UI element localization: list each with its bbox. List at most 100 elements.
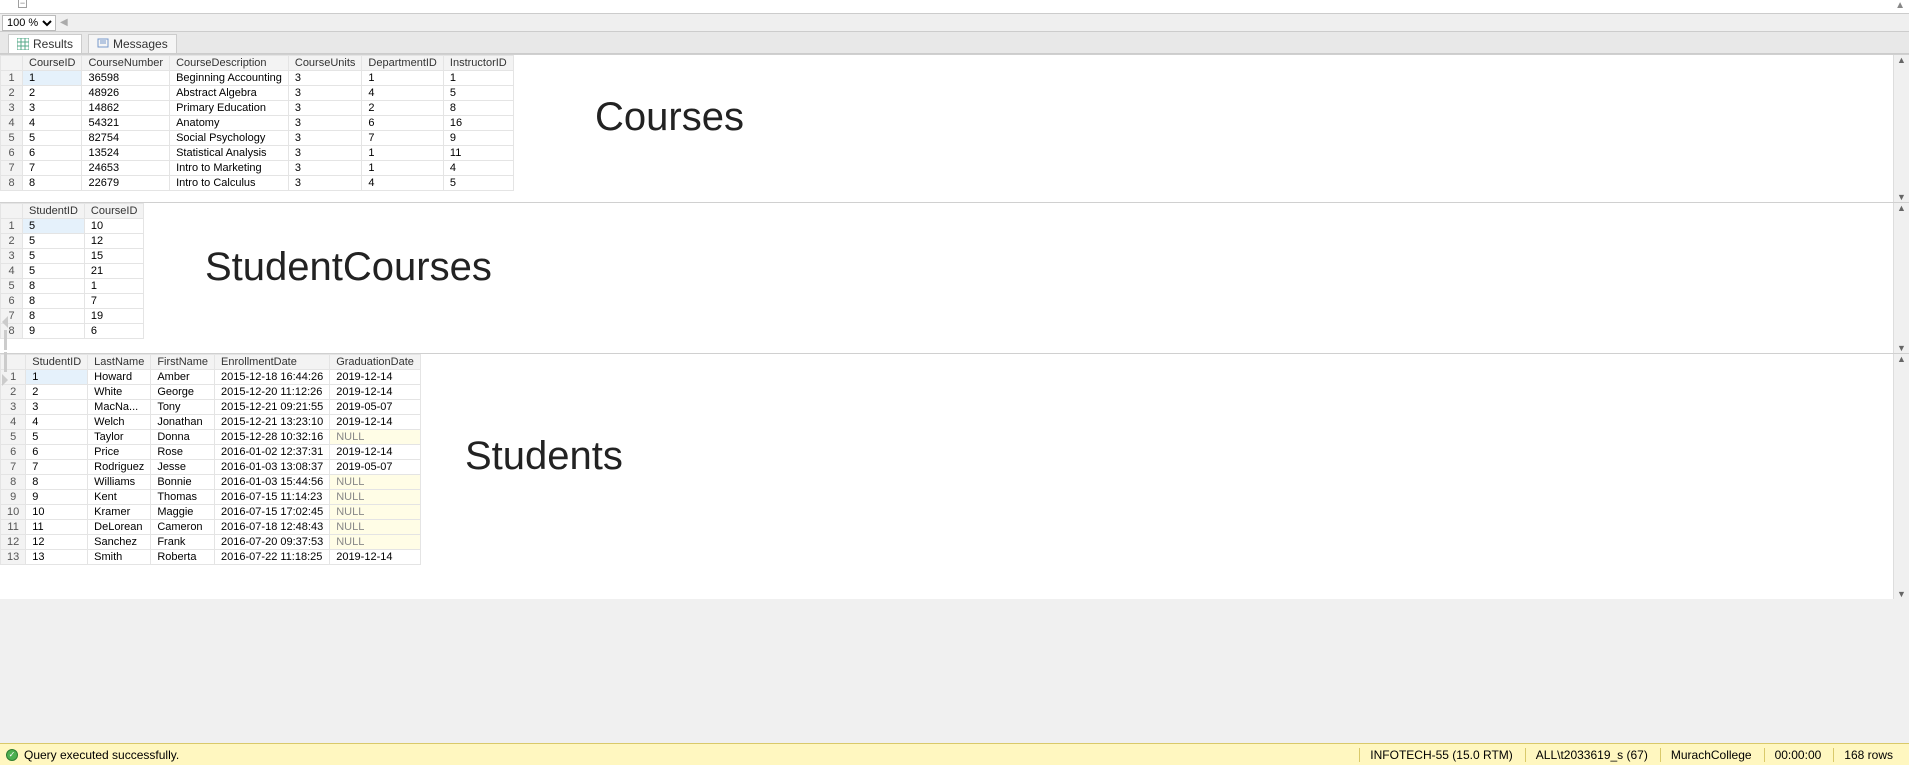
cell[interactable]: NULL	[330, 430, 421, 445]
cell[interactable]: 1	[443, 71, 513, 86]
grid-courses[interactable]: CourseIDCourseNumberCourseDescriptionCou…	[0, 55, 514, 191]
column-header[interactable]: InstructorID	[443, 56, 513, 71]
table-row[interactable]: 5582754Social Psychology379	[1, 131, 514, 146]
row-number[interactable]: 6	[1, 445, 26, 460]
cell[interactable]: 54321	[82, 116, 170, 131]
cell[interactable]: White	[88, 385, 151, 400]
cell[interactable]: 3	[288, 101, 362, 116]
row-number[interactable]: 6	[1, 146, 23, 161]
table-row[interactable]: 88WilliamsBonnie2016-01-03 15:44:56NULL	[1, 475, 421, 490]
cell[interactable]: 2019-05-07	[330, 460, 421, 475]
scrollbar[interactable]: ▲ ▼	[1893, 55, 1909, 202]
cell[interactable]: 8	[23, 294, 85, 309]
cell[interactable]: 2019-12-14	[330, 385, 421, 400]
cell[interactable]: 11	[443, 146, 513, 161]
table-row[interactable]: 77RodriguezJesse2016-01-03 13:08:372019-…	[1, 460, 421, 475]
row-number[interactable]: 4	[1, 116, 23, 131]
cell[interactable]: 3	[288, 161, 362, 176]
table-row[interactable]: 99KentThomas2016-07-15 11:14:23NULL	[1, 490, 421, 505]
cell[interactable]: 1	[23, 71, 82, 86]
cell[interactable]: MacNa...	[88, 400, 151, 415]
cell[interactable]: 15	[84, 249, 143, 264]
cell[interactable]: Jesse	[151, 460, 215, 475]
scroll-up-icon[interactable]: ▲	[1897, 354, 1906, 364]
cell[interactable]: 8	[26, 475, 88, 490]
cell[interactable]: 13524	[82, 146, 170, 161]
cell[interactable]: 4	[362, 176, 443, 191]
row-number[interactable]: 1	[1, 71, 23, 86]
cell[interactable]: 3	[288, 146, 362, 161]
cell[interactable]: Jonathan	[151, 415, 215, 430]
cell[interactable]: 4	[23, 116, 82, 131]
column-header[interactable]: StudentID	[23, 204, 85, 219]
cell[interactable]: 9	[443, 131, 513, 146]
cell[interactable]: NULL	[330, 505, 421, 520]
cell[interactable]: 5	[23, 249, 85, 264]
cell[interactable]: 9	[23, 324, 85, 339]
cell[interactable]: Beginning Accounting	[170, 71, 289, 86]
row-number[interactable]: 6	[1, 294, 23, 309]
row-number[interactable]: 3	[1, 400, 26, 415]
row-number[interactable]: 13	[1, 550, 26, 565]
cell[interactable]: Howard	[88, 370, 151, 385]
cell[interactable]: NULL	[330, 520, 421, 535]
cell[interactable]: 4	[362, 86, 443, 101]
cell[interactable]: 2016-01-03 15:44:56	[215, 475, 330, 490]
grid-studentcourses[interactable]: StudentIDCourseID15102512351545215816877…	[0, 203, 144, 339]
cell[interactable]: 3	[288, 86, 362, 101]
table-row[interactable]: 1212SanchezFrank2016-07-20 09:37:53NULL	[1, 535, 421, 550]
cell[interactable]: Intro to Marketing	[170, 161, 289, 176]
row-number[interactable]: 7	[1, 460, 26, 475]
cell[interactable]: NULL	[330, 535, 421, 550]
cell[interactable]: 6	[84, 324, 143, 339]
table-row[interactable]: 1136598Beginning Accounting311	[1, 71, 514, 86]
scrollbar[interactable]: ▲ ▼	[1893, 354, 1909, 599]
cell[interactable]: Tony	[151, 400, 215, 415]
cell[interactable]: 2016-01-02 12:37:31	[215, 445, 330, 460]
cell[interactable]: 11	[26, 520, 88, 535]
cell[interactable]: 2019-05-07	[330, 400, 421, 415]
pane-splitter[interactable]	[0, 314, 10, 374]
cell[interactable]: Statistical Analysis	[170, 146, 289, 161]
cell[interactable]: Social Psychology	[170, 131, 289, 146]
cell[interactable]: 14862	[82, 101, 170, 116]
cell[interactable]: 8	[443, 101, 513, 116]
cell[interactable]: 3	[288, 176, 362, 191]
column-header[interactable]: CourseUnits	[288, 56, 362, 71]
cell[interactable]: 2015-12-28 10:32:16	[215, 430, 330, 445]
cell[interactable]: 4	[26, 415, 88, 430]
column-header[interactable]: CourseID	[84, 204, 143, 219]
zoom-select[interactable]: 100 %	[2, 15, 56, 31]
cell[interactable]: Amber	[151, 370, 215, 385]
row-number[interactable]: 2	[1, 234, 23, 249]
cell[interactable]: Rose	[151, 445, 215, 460]
cell[interactable]: 4	[443, 161, 513, 176]
scroll-down-icon[interactable]: ▼	[1897, 192, 1906, 202]
scroll-down-icon[interactable]: ▼	[1897, 343, 1906, 353]
cell[interactable]: 2	[23, 86, 82, 101]
table-row[interactable]: 581	[1, 279, 144, 294]
cell[interactable]: 21	[84, 264, 143, 279]
table-row[interactable]: 1111DeLoreanCameron2016-07-18 12:48:43NU…	[1, 520, 421, 535]
column-header[interactable]: StudentID	[26, 355, 88, 370]
cell[interactable]: 6	[362, 116, 443, 131]
cell[interactable]: Roberta	[151, 550, 215, 565]
table-row[interactable]: 1510	[1, 219, 144, 234]
cell[interactable]: 2016-07-22 11:18:25	[215, 550, 330, 565]
cell[interactable]: Bonnie	[151, 475, 215, 490]
cell[interactable]: 10	[84, 219, 143, 234]
row-number[interactable]: 11	[1, 520, 26, 535]
cell[interactable]: Sanchez	[88, 535, 151, 550]
grid-students[interactable]: StudentIDLastNameFirstNameEnrollmentDate…	[0, 354, 421, 565]
cell[interactable]: George	[151, 385, 215, 400]
cell[interactable]: Primary Education	[170, 101, 289, 116]
cell[interactable]: 1	[26, 370, 88, 385]
cell[interactable]: 5	[26, 430, 88, 445]
cell[interactable]: 2016-07-15 11:14:23	[215, 490, 330, 505]
cell[interactable]: Rodriguez	[88, 460, 151, 475]
table-row[interactable]: 896	[1, 324, 144, 339]
table-row[interactable]: 1010KramerMaggie2016-07-15 17:02:45NULL	[1, 505, 421, 520]
cell[interactable]: 2	[362, 101, 443, 116]
cell[interactable]: Abstract Algebra	[170, 86, 289, 101]
cell[interactable]: 48926	[82, 86, 170, 101]
